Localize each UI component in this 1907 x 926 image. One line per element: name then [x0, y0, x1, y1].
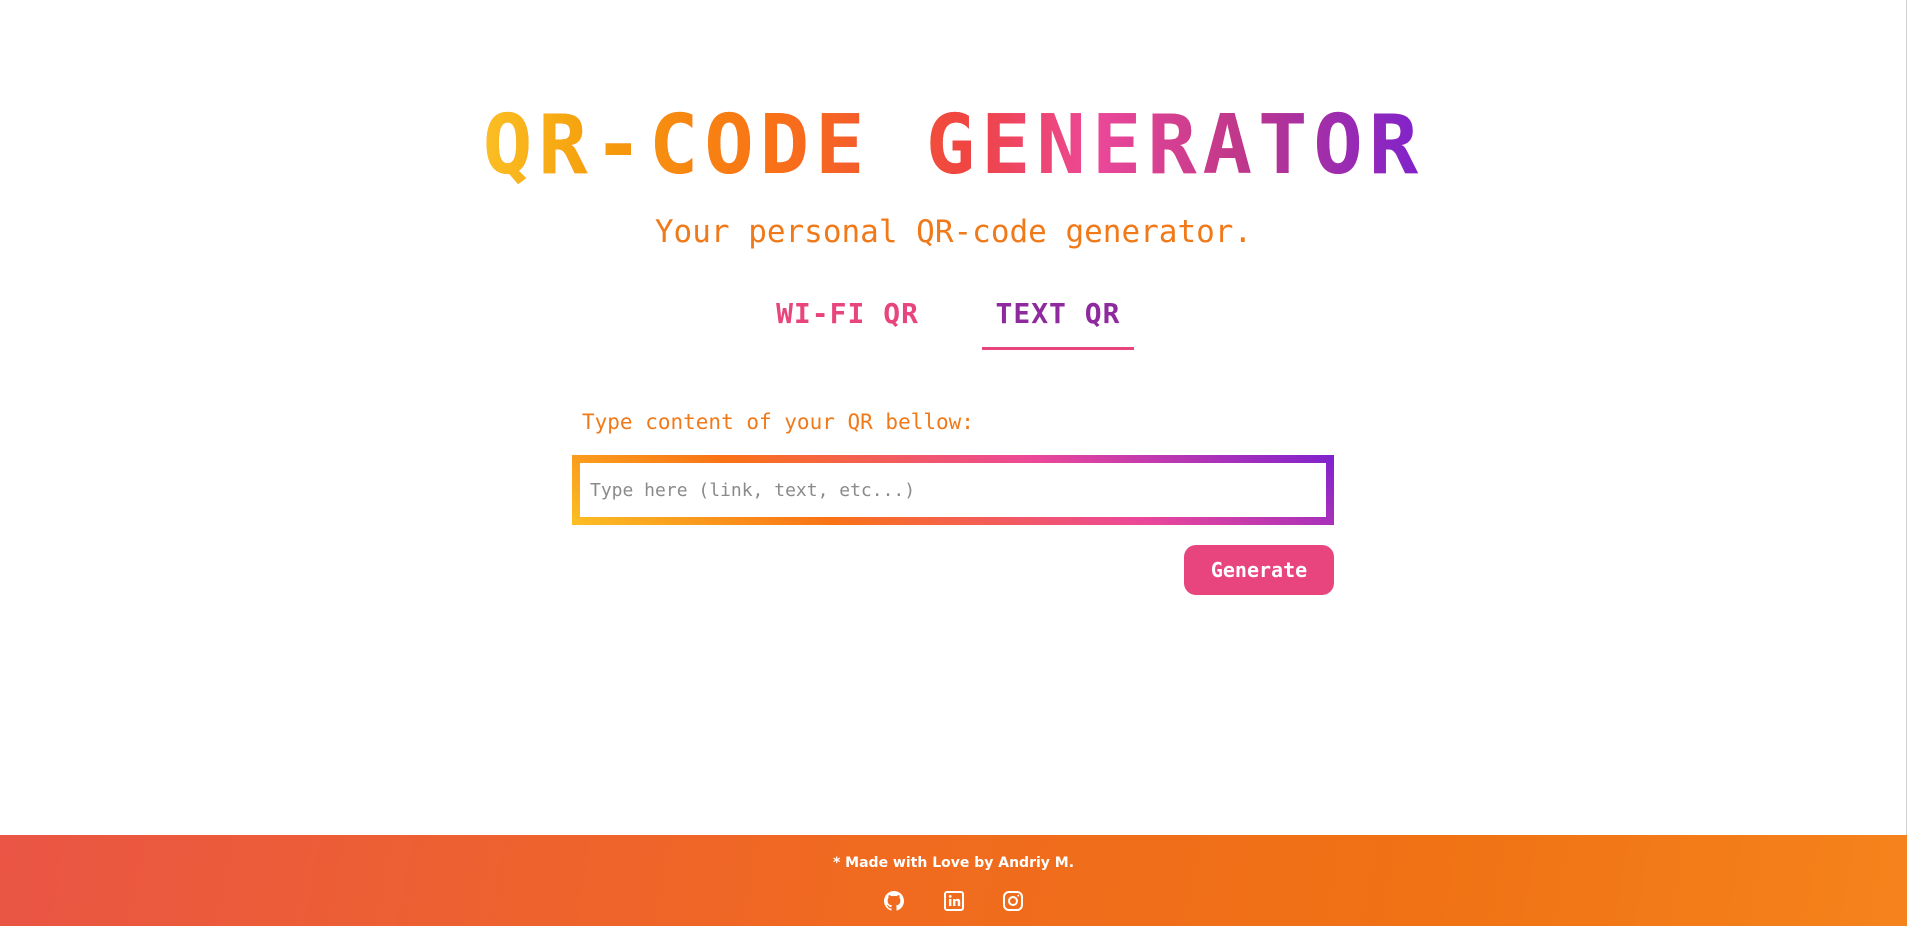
instagram-icon[interactable] — [1001, 889, 1025, 913]
footer: * Made with Love by Andriy M. — [0, 835, 1907, 926]
page-title: QR-CODE GENERATOR — [0, 96, 1907, 196]
linkedin-icon[interactable] — [942, 889, 966, 913]
social-links — [0, 889, 1907, 913]
main-content: QR-CODE GENERATOR Your personal QR-code … — [0, 0, 1907, 835]
content-input-frame — [572, 455, 1334, 525]
github-icon[interactable] — [882, 889, 906, 913]
content-field-label: Type content of your QR bellow: — [582, 410, 974, 434]
content-input[interactable] — [580, 463, 1326, 517]
tab-wifi-qr[interactable]: WI-FI QR — [770, 288, 925, 350]
tab-text-qr[interactable]: TEXT QR — [982, 288, 1134, 350]
qr-type-tabs: WI-FI QR TEXT QR — [760, 288, 1146, 350]
footer-credit: * Made with Love by Andriy M. — [832, 855, 1075, 871]
page-subtitle: Your personal QR-code generator. — [654, 214, 1253, 250]
generate-button[interactable]: Generate — [1184, 545, 1334, 595]
